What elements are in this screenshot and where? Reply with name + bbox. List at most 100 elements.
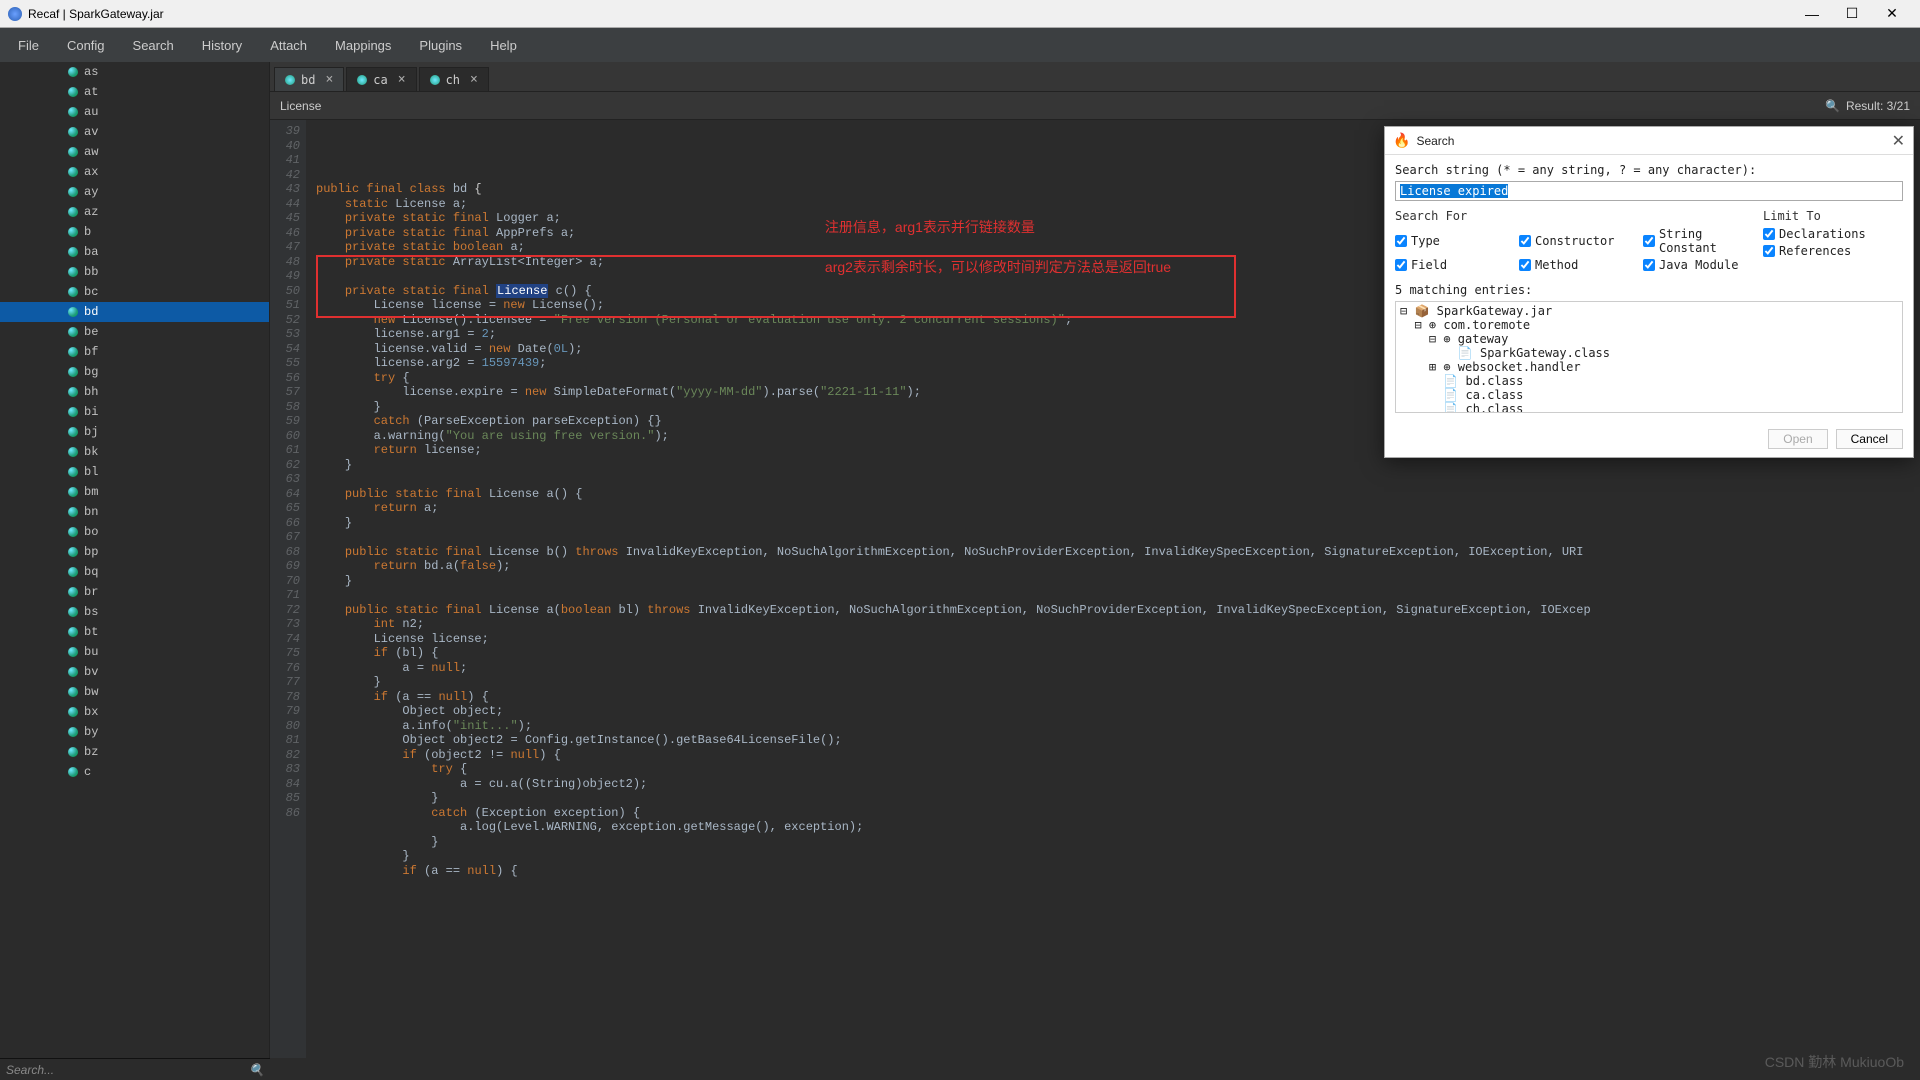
- sidebar-item-bu[interactable]: bu: [0, 642, 269, 662]
- class-icon: [68, 607, 78, 617]
- sidebar-item-bi[interactable]: bi: [0, 402, 269, 422]
- tree-node[interactable]: 📄 ca.class: [1400, 388, 1898, 402]
- class-icon: [68, 207, 78, 217]
- class-icon: [68, 307, 78, 317]
- class-icon: [68, 567, 78, 577]
- sidebar-item-bz[interactable]: bz: [0, 742, 269, 762]
- menu-history[interactable]: History: [188, 38, 256, 53]
- search-results-tree[interactable]: ⊟ 📦 SparkGateway.jar ⊟ ⊕ com.toremote ⊟ …: [1395, 301, 1903, 413]
- search-dialog: 🔥 Search ✕ Search string (* = any string…: [1384, 126, 1914, 458]
- menu-config[interactable]: Config: [53, 38, 119, 53]
- checkbox-method[interactable]: Method: [1519, 258, 1639, 272]
- sidebar-item-ay[interactable]: ay: [0, 182, 269, 202]
- menu-plugins[interactable]: Plugins: [405, 38, 476, 53]
- checkbox-field[interactable]: Field: [1395, 258, 1515, 272]
- sidebar-item-bh[interactable]: bh: [0, 382, 269, 402]
- class-icon: [68, 707, 78, 717]
- sidebar-search[interactable]: Search... 🔍: [0, 1058, 270, 1080]
- sidebar-item-bg[interactable]: bg: [0, 362, 269, 382]
- checkbox-references[interactable]: References: [1763, 244, 1903, 258]
- checkbox-string-constant[interactable]: String Constant: [1643, 227, 1763, 255]
- checkbox-java-module[interactable]: Java Module: [1643, 258, 1763, 272]
- search-dialog-titlebar[interactable]: 🔥 Search ✕: [1385, 127, 1913, 155]
- class-icon: [68, 447, 78, 457]
- menu-help[interactable]: Help: [476, 38, 531, 53]
- sidebar-item-bn[interactable]: bn: [0, 502, 269, 522]
- sidebar-item-as[interactable]: as: [0, 62, 269, 82]
- class-tree[interactable]: asatauavawaxayazbbabbbcbdbebfbgbhbibjbkb…: [0, 62, 270, 1058]
- sidebar-item-at[interactable]: at: [0, 82, 269, 102]
- sidebar-item-be[interactable]: be: [0, 322, 269, 342]
- class-icon: [68, 527, 78, 537]
- class-icon: [68, 107, 78, 117]
- sidebar-item-av[interactable]: av: [0, 122, 269, 142]
- cancel-button[interactable]: Cancel: [1836, 429, 1903, 449]
- sidebar-item-bc[interactable]: bc: [0, 282, 269, 302]
- menu-search[interactable]: Search: [119, 38, 188, 53]
- sidebar-item-by[interactable]: by: [0, 722, 269, 742]
- menu-mappings[interactable]: Mappings: [321, 38, 405, 53]
- class-icon: [68, 167, 78, 177]
- sidebar-item-bv[interactable]: bv: [0, 662, 269, 682]
- sidebar-item-bj[interactable]: bj: [0, 422, 269, 442]
- maximize-button[interactable]: ☐: [1832, 5, 1872, 22]
- open-button[interactable]: Open: [1768, 429, 1827, 449]
- tab-bd[interactable]: bd×: [274, 67, 344, 91]
- class-icon: [68, 467, 78, 477]
- sidebar-item-b[interactable]: b: [0, 222, 269, 242]
- close-icon[interactable]: ×: [325, 72, 333, 87]
- sidebar-item-bw[interactable]: bw: [0, 682, 269, 702]
- sidebar-item-bp[interactable]: bp: [0, 542, 269, 562]
- sidebar-item-aw[interactable]: aw: [0, 142, 269, 162]
- minimize-button[interactable]: —: [1792, 6, 1832, 22]
- window-titlebar: Recaf | SparkGateway.jar — ☐ ✕: [0, 0, 1920, 28]
- checkbox-declarations[interactable]: Declarations: [1763, 227, 1903, 241]
- checkbox-type[interactable]: Type: [1395, 227, 1515, 255]
- sidebar-item-bk[interactable]: bk: [0, 442, 269, 462]
- sidebar-item-bs[interactable]: bs: [0, 602, 269, 622]
- tab-ch[interactable]: ch×: [419, 67, 489, 91]
- sidebar-item-ax[interactable]: ax: [0, 162, 269, 182]
- sidebar-item-bm[interactable]: bm: [0, 482, 269, 502]
- close-button[interactable]: ✕: [1872, 5, 1912, 22]
- tree-node[interactable]: ⊞ ⊕ websocket.handler: [1400, 360, 1898, 374]
- sidebar-item-bf[interactable]: bf: [0, 342, 269, 362]
- class-icon: [68, 67, 78, 77]
- tree-node[interactable]: 📄 SparkGateway.class: [1400, 346, 1898, 360]
- tree-node[interactable]: ⊟ 📦 SparkGateway.jar: [1400, 304, 1898, 318]
- class-icon: [68, 667, 78, 677]
- tab-ca[interactable]: ca×: [346, 67, 416, 91]
- class-icon: [68, 627, 78, 637]
- menu-file[interactable]: File: [4, 38, 53, 53]
- search-icon[interactable]: 🔍: [249, 1063, 264, 1077]
- close-icon[interactable]: ×: [398, 72, 406, 87]
- editor-tabs: bd×ca×ch×: [270, 62, 1920, 92]
- sidebar-item-bq[interactable]: bq: [0, 562, 269, 582]
- search-icon[interactable]: 🔍: [1825, 99, 1840, 113]
- sidebar-item-c[interactable]: c: [0, 762, 269, 782]
- sidebar-item-br[interactable]: br: [0, 582, 269, 602]
- class-icon: [68, 687, 78, 697]
- tree-node[interactable]: 📄 bd.class: [1400, 374, 1898, 388]
- checkbox-constructor[interactable]: Constructor: [1519, 227, 1639, 255]
- tree-node[interactable]: 📄 ch.class: [1400, 402, 1898, 413]
- close-icon[interactable]: ✕: [1892, 131, 1905, 151]
- sidebar-item-bb[interactable]: bb: [0, 262, 269, 282]
- sidebar-item-bx[interactable]: bx: [0, 702, 269, 722]
- menu-attach[interactable]: Attach: [256, 38, 321, 53]
- tree-node[interactable]: ⊟ ⊕ com.toremote: [1400, 318, 1898, 332]
- class-icon: [68, 247, 78, 257]
- gutter: 3940414243444546474849505152535455565758…: [270, 120, 306, 1058]
- sidebar-item-bd[interactable]: bd: [0, 302, 269, 322]
- class-icon: [68, 487, 78, 497]
- sidebar-item-bt[interactable]: bt: [0, 622, 269, 642]
- sidebar-item-au[interactable]: au: [0, 102, 269, 122]
- sidebar-item-bl[interactable]: bl: [0, 462, 269, 482]
- sidebar-item-az[interactable]: az: [0, 202, 269, 222]
- search-input[interactable]: License expired: [1395, 181, 1903, 201]
- class-icon: [68, 127, 78, 137]
- sidebar-item-bo[interactable]: bo: [0, 522, 269, 542]
- close-icon[interactable]: ×: [470, 72, 478, 87]
- tree-node[interactable]: ⊟ ⊕ gateway: [1400, 332, 1898, 346]
- sidebar-item-ba[interactable]: ba: [0, 242, 269, 262]
